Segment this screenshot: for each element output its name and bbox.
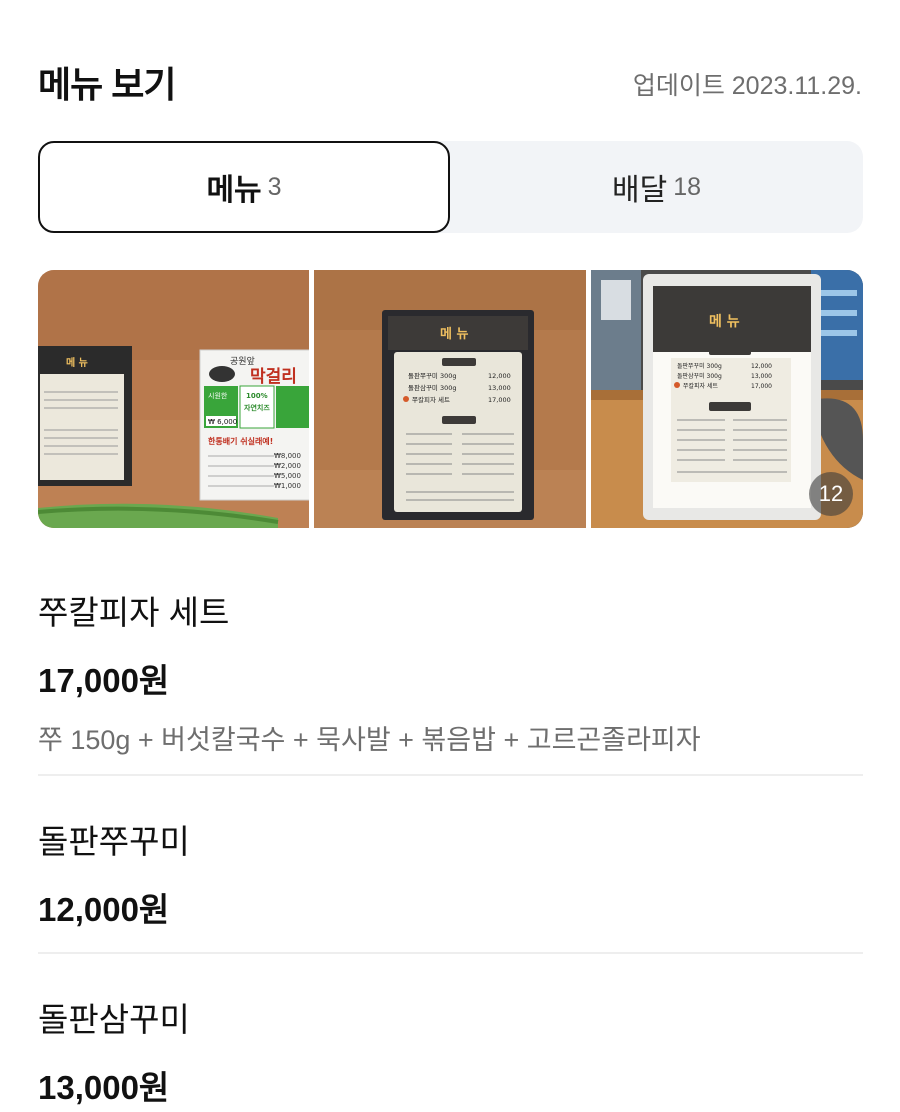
menu-item-3[interactable]: 돌판삼꾸미 13,000원 [38,993,863,1109]
photo1-board-title: 메 뉴 [66,356,88,369]
photo3-row3-name: 쭈칼피자 세트 [683,382,719,390]
photo1-sign-p2: ₩2,000 [274,462,301,470]
item-divider [38,774,863,776]
menu-item-price: 12,000원 [38,891,170,928]
photo2-row1-price: 12,000 [488,372,511,380]
photo1-sign-box1: 시원한 [208,391,228,400]
photo2-row2-name: 돌판삼꾸미 300g [408,383,457,392]
menu-item-2[interactable]: 돌판쭈꾸미 12,000원 [38,815,863,931]
photo2-row3-name: 쭈칼피자 세트 [412,395,450,404]
photo3-row1-price: 12,000 [751,363,772,370]
photo3-board-title: 메 뉴 [709,314,740,330]
menu-photo-2[interactable]: 메 뉴 돌판쭈꾸미 300g 12,000 돌판삼꾸미 300g 13,000 … [314,270,586,528]
menu-photo-1[interactable]: 메 뉴 공원앞 막걸리 시원한 100% 자연치즈 ₩ 6,000 한통배기 쉬… [38,270,309,528]
page-title: 메뉴 보기 [38,64,176,105]
photo3-row2-name: 돌판삼꾸미 300g [677,372,722,380]
photo1-sign-p3: ₩5,000 [274,472,301,480]
page-header: 메뉴 보기 업데이트 2023.11.29. [38,56,862,106]
menu-item-price: 17,000원 [38,662,170,699]
photo2-board-title: 메 뉴 [440,327,468,342]
tab-menu-label: 메뉴 [206,174,262,207]
item-divider [38,952,863,954]
tab-bar: 메뉴 3 배달 18 [38,141,863,233]
photo1-sign-price: ₩ 6,000 [208,418,237,426]
photo1-sign-p4: ₩1,000 [274,482,301,490]
photo1-sign-line1: 한통배기 쉬실래예! [208,436,273,446]
menu-item-price: 13,000원 [38,1069,170,1106]
menu-item-name: 쭈칼피자 세트 [38,594,230,631]
photo1-sign-title: 공원앞 [230,355,255,367]
tab-menu-count: 3 [267,172,282,201]
menu-photo-gallery: 메 뉴 공원앞 막걸리 시원한 100% 자연치즈 ₩ 6,000 한통배기 쉬… [38,270,863,528]
photo1-sign-p1: ₩8,000 [274,452,301,460]
photo1-sign-name: 막걸리 [250,367,297,387]
photo3-row1-name: 돌판쭈꾸미 300g [677,362,722,370]
photo2-row3-price: 17,000 [488,396,511,404]
photo2-row2-price: 13,000 [488,384,511,392]
more-photos-badge[interactable]: 12 [809,472,853,516]
photo1-sign-box2: 100% [246,392,268,400]
photo2-row1-name: 돌판쭈꾸미 300g [408,371,457,380]
photo3-row2-price: 13,000 [751,373,772,380]
tab-delivery[interactable]: 배달 18 [450,141,863,233]
tab-menu[interactable]: 메뉴 3 [38,141,450,233]
menu-item-description: 쭈 150g + 버섯칼국수 + 묵사발 + 볶음밥 + 고르곤졸라피자 [38,725,701,755]
menu-item-1[interactable]: 쭈칼피자 세트 17,000원 쭈 150g + 버섯칼국수 + 묵사발 + 볶… [38,586,863,757]
update-date: 업데이트 2023.11.29. [632,72,862,100]
menu-item-name: 돌판삼꾸미 [38,1001,190,1038]
tab-delivery-label: 배달 [611,174,668,207]
photo1-sign-box3: 자연치즈 [244,403,270,412]
photo3-row3-price: 17,000 [751,383,772,390]
tab-delivery-count: 18 [673,172,701,201]
menu-photo-3[interactable]: 메 뉴 돌판쭈꾸미 300g 12,000 돌판삼꾸미 300g 13,000 … [591,270,863,528]
menu-item-name: 돌판쭈꾸미 [38,823,190,860]
